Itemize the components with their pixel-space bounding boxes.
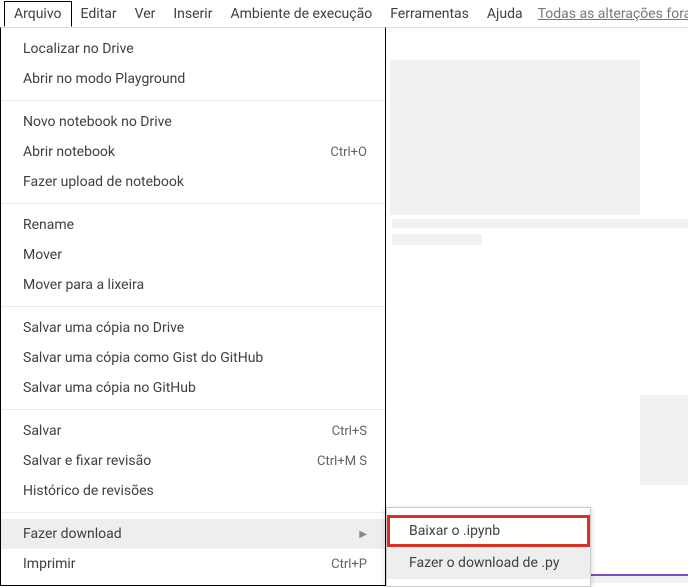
menu-item-label: Salvar uma cópia como Gist do GitHub bbox=[23, 350, 263, 366]
menu-abrir-notebook[interactable]: Abrir notebook Ctrl+O bbox=[1, 137, 385, 167]
menu-ferramentas[interactable]: Ferramentas bbox=[381, 2, 478, 26]
menu-item-label: Salvar e fixar revisão bbox=[23, 453, 151, 469]
menu-upload-notebook[interactable]: Fazer upload de notebook bbox=[1, 167, 385, 197]
menu-item-label: Salvar bbox=[23, 423, 61, 439]
separator bbox=[1, 409, 385, 410]
separator bbox=[1, 100, 385, 101]
menu-mover[interactable]: Mover bbox=[1, 240, 385, 270]
menu-localizar-drive[interactable]: Localizar no Drive bbox=[1, 34, 385, 64]
menu-item-shortcut: Ctrl+O bbox=[330, 145, 367, 160]
menu-salvar-fixar[interactable]: Salvar e fixar revisão Ctrl+M S bbox=[1, 446, 385, 476]
submenu-baixar-ipynb[interactable]: Baixar o .ipynb bbox=[387, 515, 590, 547]
menu-rename[interactable]: Rename bbox=[1, 210, 385, 240]
menu-item-shortcut: Ctrl+P bbox=[331, 557, 367, 572]
menu-historico[interactable]: Histórico de revisões bbox=[1, 476, 385, 506]
menu-salvar-copia-drive[interactable]: Salvar uma cópia no Drive bbox=[1, 313, 385, 343]
menu-item-label: Fazer download bbox=[23, 526, 122, 542]
menu-item-label: Imprimir bbox=[23, 556, 76, 572]
menu-item-shortcut: Ctrl+S bbox=[332, 424, 367, 439]
menu-item-label: Mover para a lixeira bbox=[23, 277, 144, 293]
menu-item-label: Salvar uma cópia no Drive bbox=[23, 320, 184, 336]
separator bbox=[1, 512, 385, 513]
menu-item-label: Novo notebook no Drive bbox=[23, 114, 172, 130]
menu-fazer-download[interactable]: Fazer download ▶ bbox=[1, 519, 385, 549]
menu-novo-notebook[interactable]: Novo notebook no Drive bbox=[1, 107, 385, 137]
menu-item-label: Mover bbox=[23, 247, 62, 263]
menu-item-label: Fazer upload de notebook bbox=[23, 174, 184, 190]
menu-inserir[interactable]: Inserir bbox=[164, 2, 221, 26]
separator bbox=[1, 203, 385, 204]
menu-ambiente[interactable]: Ambiente de execução bbox=[221, 2, 381, 26]
menu-ver[interactable]: Ver bbox=[126, 2, 165, 26]
menu-abrir-playground[interactable]: Abrir no modo Playground bbox=[1, 64, 385, 94]
submenu-item-label: Baixar o .ipynb bbox=[409, 523, 500, 539]
menu-item-label: Abrir no modo Playground bbox=[23, 71, 185, 87]
menu-item-label: Localizar no Drive bbox=[23, 41, 134, 57]
separator bbox=[1, 306, 385, 307]
menu-salvar-github[interactable]: Salvar uma cópia no GitHub bbox=[1, 373, 385, 403]
chevron-right-icon: ▶ bbox=[359, 529, 367, 540]
menu-arquivo[interactable]: Arquivo bbox=[4, 1, 72, 27]
menu-item-label: Histórico de revisões bbox=[23, 483, 154, 499]
submenu-item-label: Fazer o download de .py bbox=[409, 555, 559, 571]
menu-salvar-gist[interactable]: Salvar uma cópia como Gist do GitHub bbox=[1, 343, 385, 373]
menu-item-label: Abrir notebook bbox=[23, 144, 115, 160]
submenu-baixar-py[interactable]: Fazer o download de .py bbox=[387, 547, 590, 579]
menubar: Arquivo Editar Ver Inserir Ambiente de e… bbox=[0, 0, 688, 28]
menu-mover-lixeira[interactable]: Mover para a lixeira bbox=[1, 270, 385, 300]
menu-item-label: Rename bbox=[23, 217, 74, 233]
menu-ajuda[interactable]: Ajuda bbox=[478, 2, 532, 26]
save-status[interactable]: Todas as alterações fora bbox=[532, 6, 688, 22]
menu-imprimir[interactable]: Imprimir Ctrl+P bbox=[1, 549, 385, 579]
submenu-download: Baixar o .ipynb Fazer o download de .py bbox=[386, 507, 591, 587]
menu-editar[interactable]: Editar bbox=[72, 2, 126, 26]
menu-item-label: Salvar uma cópia no GitHub bbox=[23, 380, 196, 396]
menu-salvar[interactable]: Salvar Ctrl+S bbox=[1, 416, 385, 446]
dropdown-arquivo: Localizar no Drive Abrir no modo Playgro… bbox=[0, 27, 386, 586]
menu-item-shortcut: Ctrl+M S bbox=[317, 454, 367, 469]
